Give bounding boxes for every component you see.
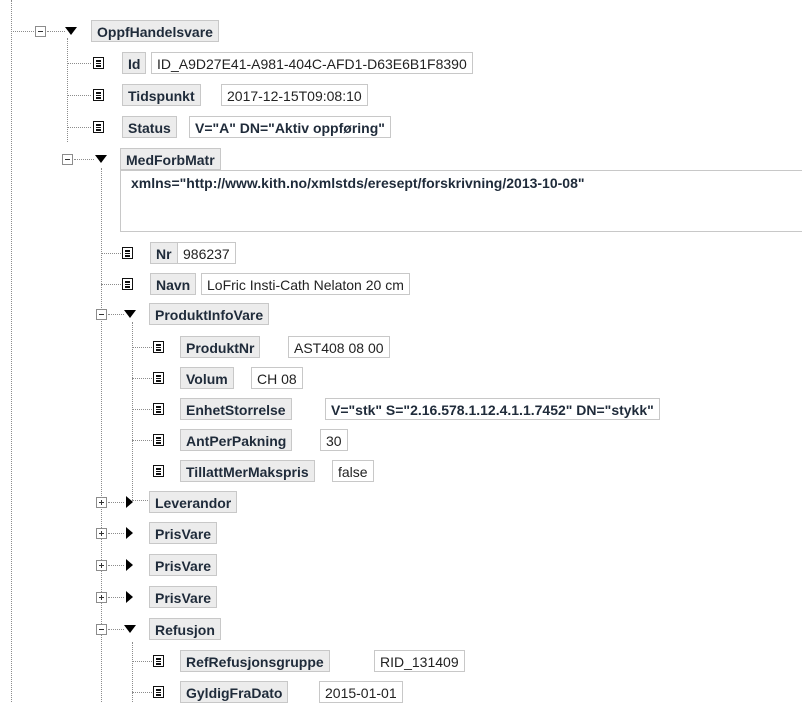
namespace-attribute[interactable]: xmlns="http://www.kith.no/xmlstds/eresep… (120, 170, 802, 232)
element-value-antperpakning[interactable]: 30 (320, 429, 348, 451)
element-name-oppfhandelsvare[interactable]: OppfHandelsvare (91, 20, 219, 42)
text-node-icon (153, 434, 164, 446)
expanded-arrow-icon[interactable] (124, 625, 136, 633)
element-name-prisvare[interactable]: PrisVare (149, 554, 218, 576)
element-name-prisvare[interactable]: PrisVare (149, 586, 218, 608)
text-node-icon (122, 247, 133, 259)
tree-guide-line (11, 0, 12, 702)
text-node-icon (93, 121, 104, 133)
text-node-icon (153, 403, 164, 415)
collapse-toggle[interactable] (96, 309, 107, 320)
collapse-toggle[interactable] (62, 154, 73, 165)
tree-connector (101, 253, 121, 254)
element-name-nr[interactable]: Nr (150, 242, 178, 264)
element-name-refusjon[interactable]: Refusjon (149, 618, 221, 640)
element-name-navn[interactable]: Navn (150, 273, 197, 295)
element-name-medforbmatr[interactable]: MedForbMatr (120, 148, 221, 170)
element-name-antperpakning[interactable]: AntPerPakning (180, 429, 293, 451)
text-node-icon (153, 372, 164, 384)
tree-connector (132, 440, 152, 441)
text-node-icon (153, 341, 164, 353)
element-value-status[interactable]: V="A" DN="Aktiv oppføring" (189, 116, 391, 138)
xml-tree-view: OppfHandelsvare Id ID_A9D27E41-A981-404C… (0, 0, 802, 703)
element-value-tidspunkt[interactable]: 2017-12-15T09:08:10 (221, 84, 368, 106)
element-name-enhetstorrelse[interactable]: EnhetStorrelse (180, 398, 292, 420)
element-value-refrefusjonsgruppe[interactable]: RID_131409 (374, 650, 465, 672)
collapsed-arrow-icon[interactable] (126, 527, 133, 539)
element-name-tidspunkt[interactable]: Tidspunkt (122, 84, 201, 106)
tree-connector (101, 284, 121, 285)
tree-connector (108, 597, 124, 598)
tree-guide-line (132, 642, 133, 702)
text-node-icon (122, 278, 133, 290)
tree-connector (11, 31, 36, 32)
text-node-icon (153, 686, 164, 698)
element-value-navn[interactable]: LoFric Insti-Cath Nelaton 20 cm (201, 273, 410, 295)
element-name-produktinfovare[interactable]: ProduktInfoVare (149, 303, 270, 325)
expand-toggle[interactable] (96, 592, 107, 603)
element-name-prisvare[interactable]: PrisVare (149, 522, 218, 544)
collapse-toggle[interactable] (35, 26, 46, 37)
expanded-arrow-icon[interactable] (95, 155, 107, 163)
text-node-icon (153, 655, 164, 667)
tree-connector (108, 565, 124, 566)
expanded-arrow-icon[interactable] (124, 310, 136, 318)
expanded-arrow-icon[interactable] (65, 27, 77, 35)
tree-connector (47, 31, 65, 32)
tree-connector (74, 159, 94, 160)
tree-guide-line (101, 168, 102, 702)
tree-connector (108, 533, 124, 534)
expand-toggle[interactable] (96, 497, 107, 508)
tree-connector (132, 347, 152, 348)
tree-connector (132, 692, 152, 693)
text-node-icon (93, 57, 104, 69)
text-node-icon (153, 465, 164, 477)
element-name-volum[interactable]: Volum (180, 367, 234, 389)
collapse-toggle[interactable] (96, 624, 107, 635)
tree-connector (132, 378, 152, 379)
tree-connector (67, 95, 91, 96)
element-value-enhetstorrelse[interactable]: V="stk" S="2.16.578.1.12.4.1.1.7452" DN=… (325, 398, 660, 420)
element-name-gyldigfradato[interactable]: GyldigFraDato (180, 681, 289, 703)
tree-connector (108, 314, 124, 315)
element-value-tillattmermakspris[interactable]: false (332, 460, 374, 482)
element-value-gyldigfradato[interactable]: 2015-01-01 (319, 681, 403, 703)
element-value-id[interactable]: ID_A9D27E41-A981-404C-AFD1-D63E6B1F8390 (151, 52, 473, 74)
element-name-id[interactable]: Id (122, 52, 147, 74)
tree-connector (67, 63, 91, 64)
tree-connector (67, 127, 91, 128)
tree-connector (108, 502, 124, 503)
tree-connector (108, 629, 124, 630)
expand-toggle[interactable] (96, 560, 107, 571)
element-name-leverandor[interactable]: Leverandor (149, 491, 238, 513)
element-name-produktnr[interactable]: ProduktNr (180, 336, 261, 358)
tree-guide-line (132, 322, 133, 500)
element-value-nr[interactable]: 986237 (177, 242, 236, 264)
element-value-volum[interactable]: CH 08 (251, 367, 303, 389)
collapsed-arrow-icon[interactable] (126, 591, 133, 603)
expand-toggle[interactable] (96, 528, 107, 539)
collapsed-arrow-icon[interactable] (126, 496, 133, 508)
element-name-refrefusjonsgruppe[interactable]: RefRefusjonsgruppe (180, 650, 330, 672)
element-value-produktnr[interactable]: AST408 08 00 (288, 336, 390, 358)
text-node-icon (93, 89, 104, 101)
element-name-status[interactable]: Status (122, 116, 177, 138)
collapsed-arrow-icon[interactable] (126, 559, 133, 571)
tree-connector (132, 409, 152, 410)
tree-connector (132, 661, 152, 662)
element-name-tillattmermakspris[interactable]: TillattMerMakspris (180, 460, 315, 482)
